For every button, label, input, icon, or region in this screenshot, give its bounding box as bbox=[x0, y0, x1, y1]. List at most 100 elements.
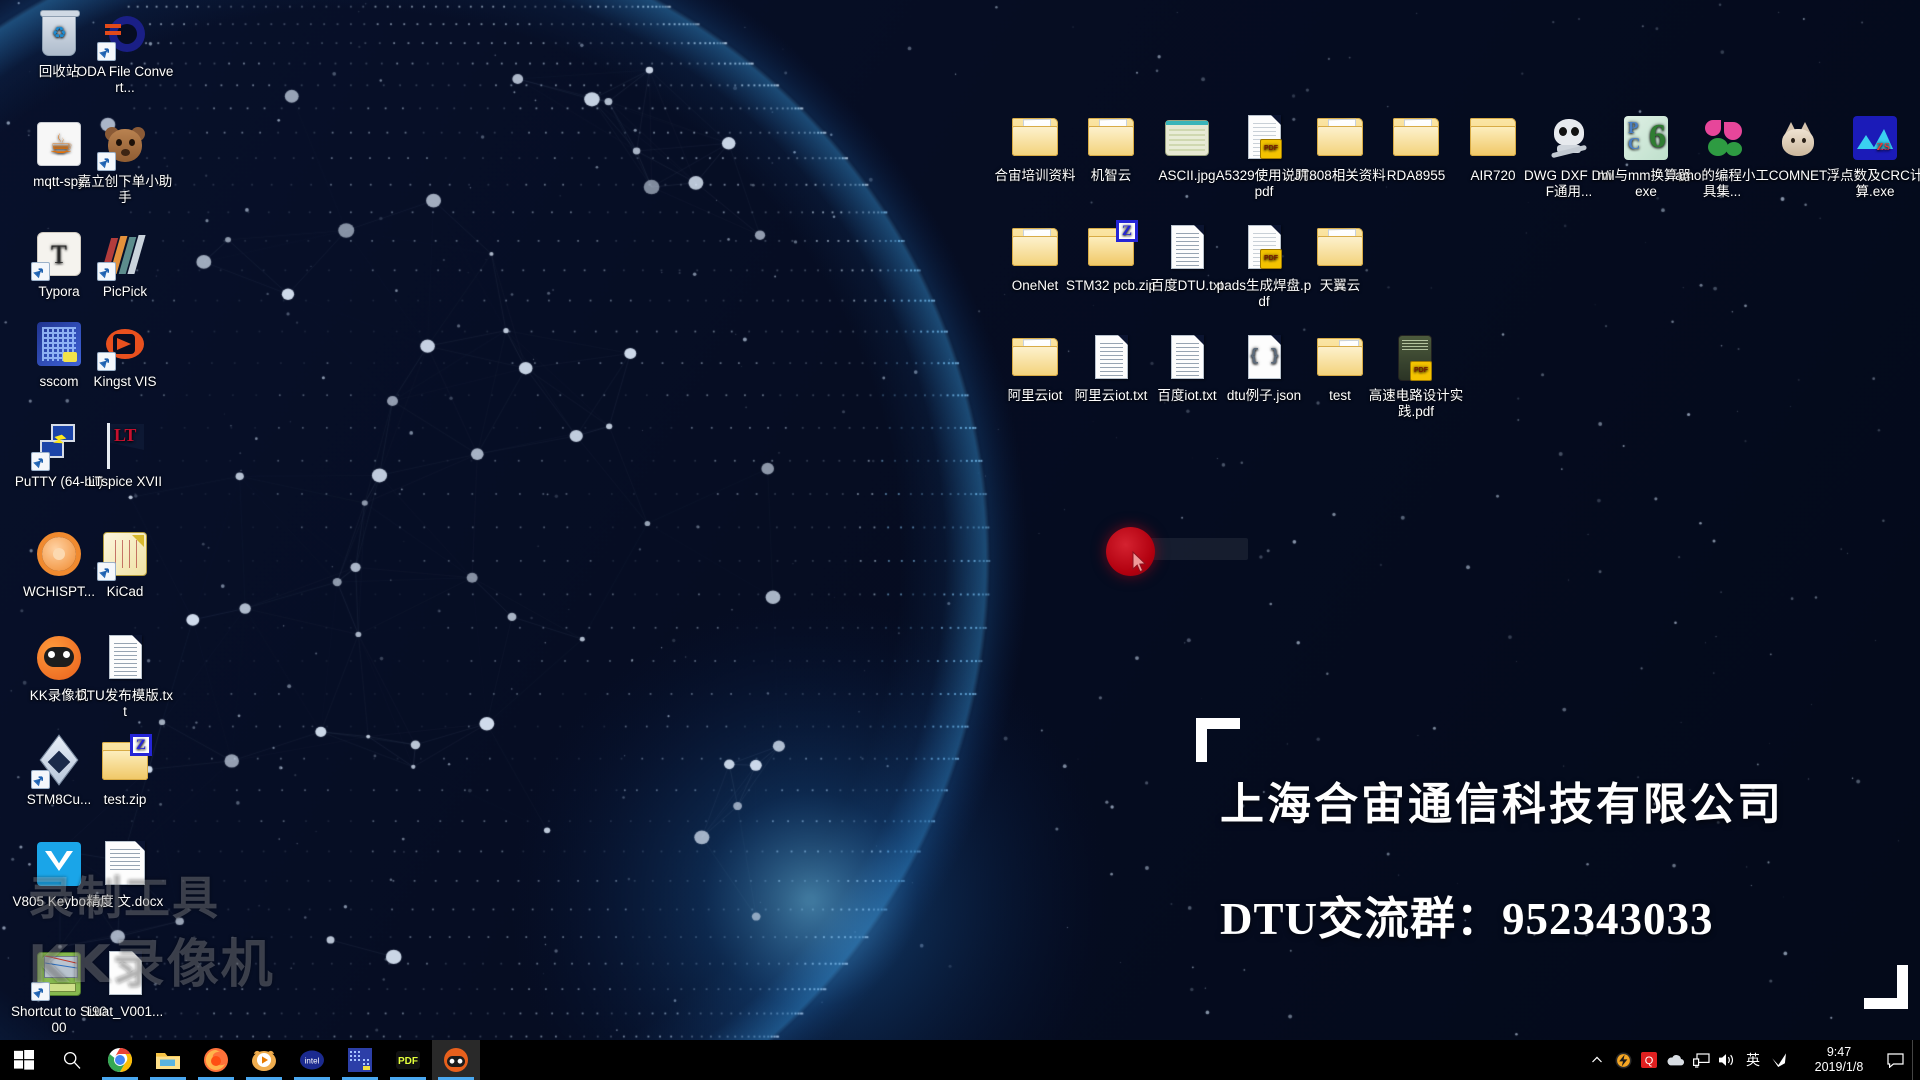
image-file-icon bbox=[1165, 120, 1209, 156]
desktop-icon-kingst[interactable]: Kingst VIS bbox=[76, 318, 174, 390]
desktop-icon-glyph: Z bbox=[1085, 220, 1138, 274]
kk-recorder-icon bbox=[37, 636, 81, 680]
media-player-icon bbox=[252, 1050, 276, 1071]
desktop-icon-glyph: PDF bbox=[1238, 222, 1290, 274]
desktop-icon-glyph bbox=[99, 948, 151, 1000]
desktop-icon-folder-open[interactable]: 天翼云 bbox=[1291, 222, 1389, 294]
desktop-icon-glyph: LT bbox=[99, 418, 151, 470]
desktop-icon-blank-doc[interactable]: Luat_V001... bbox=[76, 948, 174, 1020]
taskbar-pdf-reader[interactable]: PDF bbox=[384, 1040, 432, 1080]
desktop-icon-glyph bbox=[97, 118, 151, 171]
tray-thunder-icon[interactable] bbox=[1610, 1040, 1636, 1080]
desktop-icon-docx[interactable]: 精度 文.docx bbox=[76, 838, 174, 910]
kk-recorder-taskbar-icon bbox=[444, 1048, 468, 1072]
desktop-icon-label: PicPick bbox=[102, 284, 148, 299]
desktop-icon-oda[interactable]: ODA File Convert... bbox=[76, 8, 174, 96]
desktop-icon-label: LTspice XVII bbox=[87, 474, 163, 489]
company-name-text: 上海合宙通信科技有限公司 bbox=[1220, 779, 1784, 830]
desktop-icon-glyph bbox=[1467, 112, 1519, 164]
shortcut-arrow-icon bbox=[36, 776, 43, 783]
svg-text:Q: Q bbox=[1645, 1055, 1654, 1067]
desktop-icon-label: 嘉立创下单小助手 bbox=[77, 174, 173, 205]
chrome-icon bbox=[107, 1048, 133, 1072]
float-crc-calc-icon: ZS bbox=[1853, 116, 1897, 160]
document-icon bbox=[109, 951, 142, 995]
start-button[interactable] bbox=[0, 1040, 48, 1080]
taskbar-potplayer[interactable] bbox=[240, 1040, 288, 1080]
pdf-badge: PDF bbox=[1260, 249, 1282, 269]
document-icon: { } bbox=[1248, 335, 1281, 379]
v805-keyboard-icon bbox=[37, 842, 81, 886]
zip-badge: Z bbox=[130, 734, 152, 756]
action-center-button[interactable] bbox=[1878, 1040, 1912, 1080]
tray-qq-icon[interactable]: Q bbox=[1636, 1040, 1662, 1080]
folder-icon bbox=[1470, 118, 1516, 156]
taskbar-clock[interactable]: 9:47 2019/1/8 bbox=[1800, 1040, 1878, 1080]
sscom-icon bbox=[37, 322, 81, 366]
vb6-converter-icon: PC6 bbox=[1624, 116, 1668, 160]
desktop-icon-label: 浮点数及CRC计算.exe bbox=[1826, 168, 1920, 199]
desktop-icon-glyph bbox=[1390, 112, 1442, 164]
desktop-icon-glyph bbox=[1314, 332, 1366, 384]
desktop-icon-ltspice[interactable]: LT LTspice XVII bbox=[76, 418, 174, 490]
desktop-icon-glyph bbox=[99, 838, 151, 890]
desktop-icon-label: Luat_V001... bbox=[86, 1004, 164, 1019]
recorder-toolbar-ghost[interactable] bbox=[1150, 538, 1248, 560]
desktop-icon-book-pdf[interactable]: PDF 高速电路设计实践.pdf bbox=[1367, 332, 1465, 420]
desktop-icon-bear[interactable]: 嘉立创下单小助手 bbox=[76, 118, 174, 206]
desktop-icon-glyph bbox=[1161, 112, 1213, 164]
taskbar-sscom[interactable] bbox=[336, 1040, 384, 1080]
svg-text:PDF: PDF bbox=[398, 1056, 418, 1067]
desktop-icon-glyph bbox=[1161, 222, 1213, 274]
document-icon bbox=[1171, 225, 1204, 269]
taskbar-kk-recorder[interactable] bbox=[432, 1040, 480, 1080]
desktop-icon-kicad[interactable]: KiCad bbox=[76, 528, 174, 600]
desktop-icon-glyph bbox=[97, 318, 151, 371]
desktop-icon-picpick[interactable]: PicPick bbox=[76, 228, 174, 300]
dtu-group-text: DTU交流群：952343033 bbox=[1220, 894, 1714, 944]
taskbar-firefox[interactable] bbox=[192, 1040, 240, 1080]
word-document-icon bbox=[105, 841, 145, 885]
folder-icon bbox=[1393, 118, 1439, 156]
tray-security-icon[interactable] bbox=[1766, 1040, 1792, 1080]
chevron-up-icon bbox=[1592, 1056, 1602, 1063]
tray-ime-icon[interactable]: 英 bbox=[1740, 1040, 1766, 1080]
tray-network-icon[interactable] bbox=[1688, 1040, 1714, 1080]
desktop-icon-glyph bbox=[1543, 112, 1595, 164]
taskbar-file-explorer[interactable] bbox=[144, 1040, 192, 1080]
desktop-icon-label: ODA File Convert... bbox=[76, 64, 174, 95]
search-button[interactable] bbox=[48, 1040, 96, 1080]
bracket-top-left-decoration bbox=[1196, 718, 1240, 762]
document-icon: PDF bbox=[1248, 225, 1282, 269]
show-desktop-button[interactable] bbox=[1912, 1040, 1920, 1080]
desktop-icon-glyph bbox=[99, 632, 151, 684]
check-shield-icon bbox=[1772, 1053, 1786, 1067]
tray-onedrive-icon[interactable] bbox=[1662, 1040, 1688, 1080]
shortcut-arrow-icon bbox=[102, 268, 109, 275]
shortcut-arrow-icon bbox=[36, 988, 43, 995]
desktop-icon-txt[interactable]: DTU发布模版.txt bbox=[76, 632, 174, 720]
volume-icon bbox=[1719, 1054, 1733, 1066]
desktop-icon-glyph bbox=[1772, 112, 1824, 164]
tray-volume-icon[interactable] bbox=[1714, 1040, 1740, 1080]
tray-overflow-button[interactable] bbox=[1584, 1040, 1610, 1080]
gear-icon bbox=[37, 532, 81, 576]
qq-message-icon: Q bbox=[1641, 1052, 1657, 1068]
pdf-badge: PDF bbox=[1260, 139, 1282, 159]
intel-app-icon: intel bbox=[300, 1050, 324, 1070]
file-explorer-icon bbox=[156, 1053, 180, 1069]
taskbar-chrome[interactable] bbox=[96, 1040, 144, 1080]
shortcut-arrow-icon bbox=[36, 458, 43, 465]
recycle-bin-icon: ♻ bbox=[40, 10, 80, 56]
desktop-icon-zip-folder[interactable]: Ztest.zip bbox=[76, 734, 174, 808]
dwg-converter-skull-icon bbox=[1547, 116, 1591, 160]
firefox-icon bbox=[204, 1048, 228, 1072]
desktop-icon-chart-app[interactable]: ZS 浮点数及CRC计算.exe bbox=[1826, 112, 1920, 200]
desktop-icon-glyph: PDF bbox=[1390, 332, 1442, 384]
sscom-taskbar-icon bbox=[348, 1048, 372, 1072]
java-app-icon: ☕ bbox=[37, 122, 81, 166]
speech-bubble-icon bbox=[1886, 1052, 1904, 1068]
mouse-cursor bbox=[1132, 551, 1147, 573]
desktop-icon-glyph: ZS bbox=[1849, 112, 1901, 164]
taskbar-intel-app[interactable]: intel bbox=[288, 1040, 336, 1080]
